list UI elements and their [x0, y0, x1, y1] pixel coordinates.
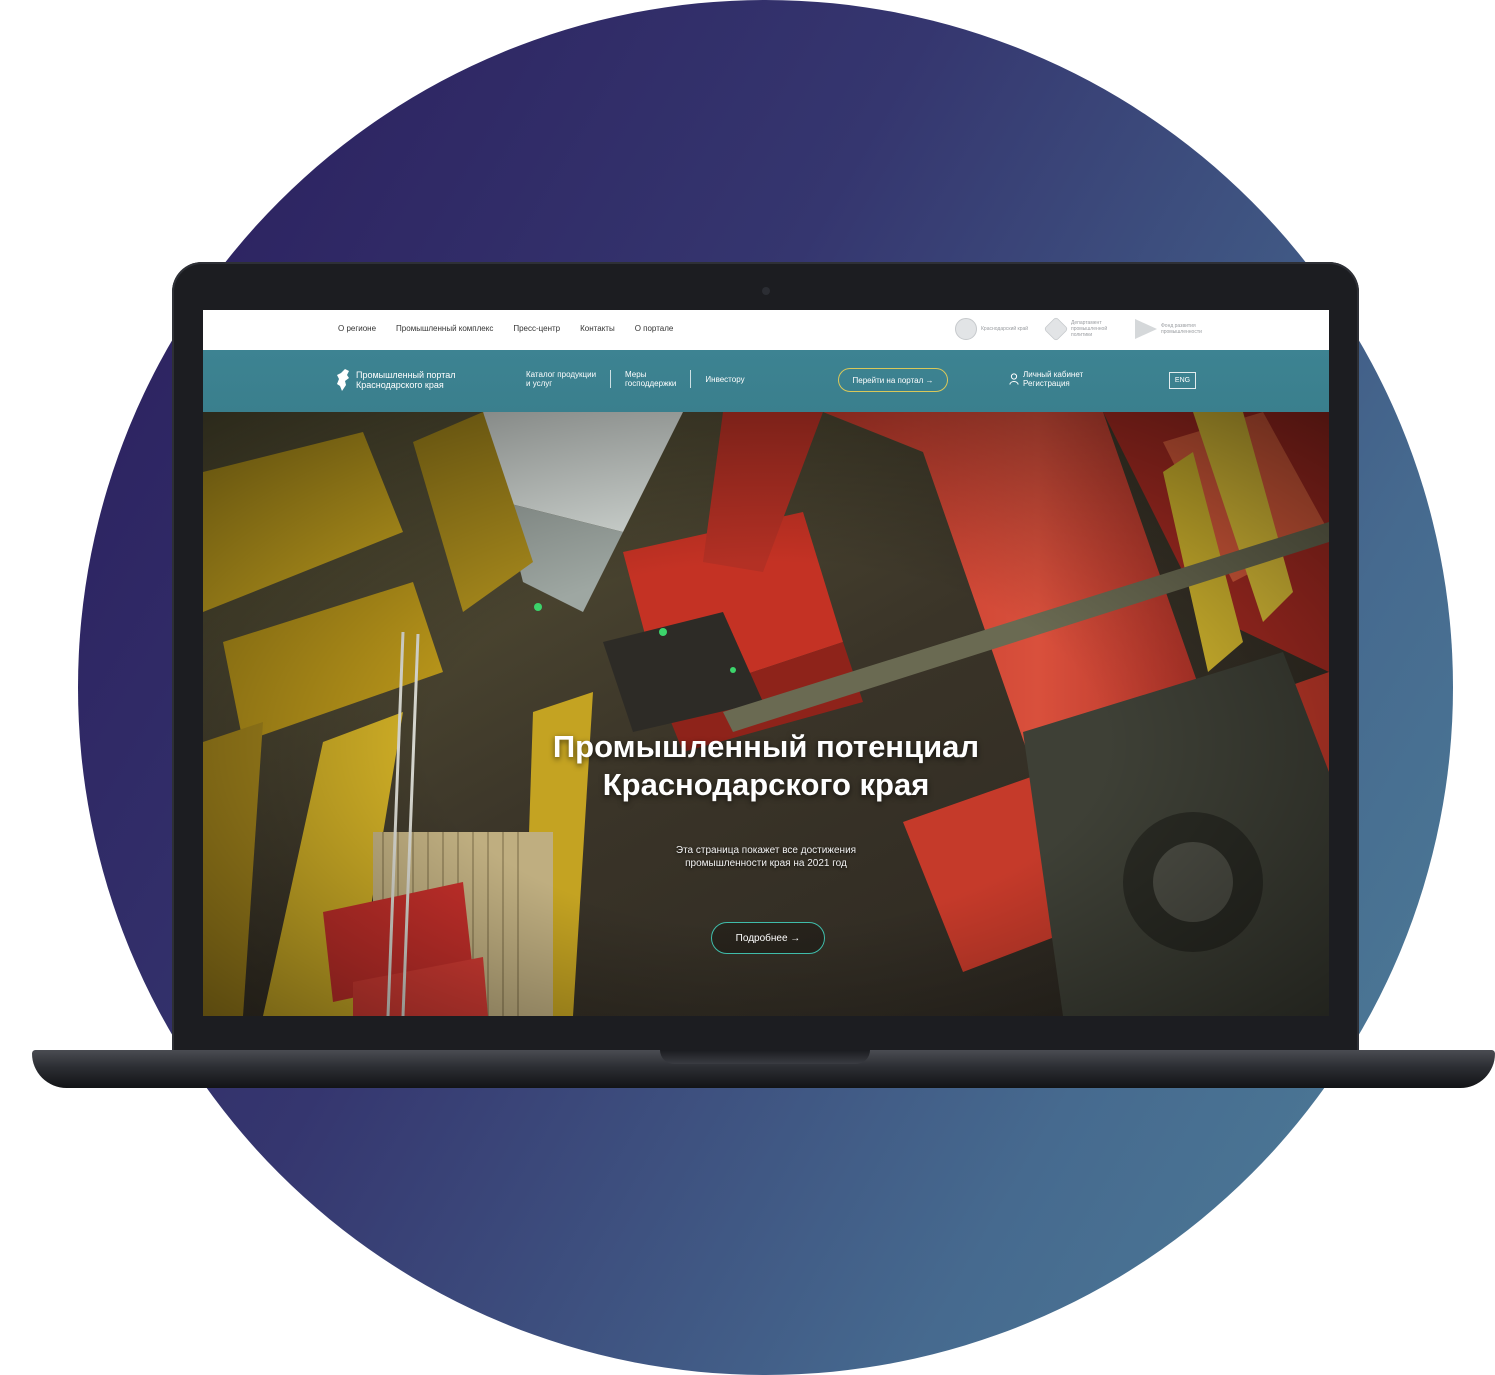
camera-dot — [762, 287, 770, 295]
website-screen: О регионе Промышленный комплекс Пресс-це… — [203, 310, 1329, 1016]
logo-line-2: Краснодарского края — [356, 380, 444, 390]
more-details-button[interactable]: Подробнее → — [711, 922, 825, 954]
top-nav-item-press[interactable]: Пресс-центр — [513, 324, 560, 333]
hexagon-icon — [1043, 316, 1069, 342]
partner-logo-region[interactable]: Краснодарский край — [955, 318, 1037, 340]
partner-label: Фонд развития промышленности — [1161, 323, 1202, 335]
partner-logo-department[interactable]: Департамент промышленной политики — [1043, 316, 1127, 342]
hero-title: Промышленный потенциал Краснодарского кр… — [552, 729, 980, 802]
partner-label: Краснодарский край — [981, 326, 1029, 332]
site-logo[interactable]: Промышленный портал Краснодарского края — [336, 368, 456, 392]
main-menu: Каталог продукции и услуг Меры господдер… — [512, 370, 759, 388]
account-block: Личный кабинет Регистрация — [1009, 370, 1083, 388]
top-nav-item-region[interactable]: О регионе — [338, 324, 376, 333]
top-nav: О регионе Промышленный комплекс Пресс-це… — [338, 324, 673, 333]
main-navbar: Промышленный портал Краснодарского края … — [203, 350, 1329, 412]
region-map-icon — [337, 369, 349, 391]
emblem-icon — [955, 318, 977, 340]
partner-logo-fund[interactable]: Фонд развития промышленности — [1135, 319, 1217, 339]
menu-item-catalog[interactable]: Каталог продукции и услуг — [512, 370, 610, 388]
go-to-portal-button[interactable]: Перейти на портал → — [838, 368, 948, 392]
laptop-notch — [660, 1050, 870, 1064]
menu-item-support[interactable]: Меры господдержки — [611, 370, 690, 388]
account-link[interactable]: Личный кабинет — [1023, 370, 1083, 379]
top-nav-item-contacts[interactable]: Контакты — [580, 324, 615, 333]
user-icon — [1009, 373, 1019, 385]
top-nav-item-about[interactable]: О портале — [635, 324, 674, 333]
menu-item-investor[interactable]: Инвестору — [691, 375, 758, 384]
language-switch-button[interactable]: ENG — [1169, 372, 1196, 389]
top-nav-item-industry[interactable]: Промышленный комплекс — [396, 324, 493, 333]
partner-label: Департамент промышленной политики — [1071, 320, 1108, 338]
hero-section: Промышленный потенциал Краснодарского кр… — [203, 412, 1329, 1016]
logo-line-1: Промышленный портал — [356, 370, 456, 380]
hero-subtitle: Эта страница покажет все достижения пром… — [675, 845, 857, 869]
partner-logos: Краснодарский край Департамент промышлен… — [955, 316, 1217, 342]
arrow-icon — [1135, 319, 1157, 339]
top-bar: О регионе Промышленный комплекс Пресс-це… — [203, 310, 1329, 350]
register-link[interactable]: Регистрация — [1023, 379, 1083, 388]
